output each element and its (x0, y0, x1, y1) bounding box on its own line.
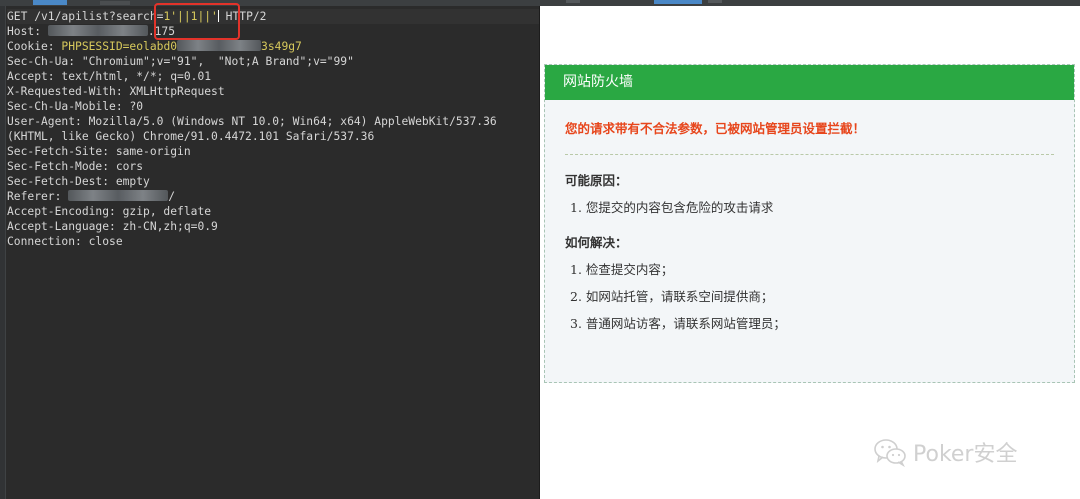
request-tab[interactable] (100, 1, 130, 5)
editor-gutter (0, 6, 6, 499)
header-key: Host: (7, 25, 48, 38)
payload-highlight-box (154, 3, 240, 40)
request-header-line: Accept-Language: zh-CN,zh;q=0.9 (7, 219, 539, 234)
header-value: same-origin (115, 145, 191, 158)
header-value-tail: 3s49g7 (261, 40, 302, 53)
header-key: Sec-Fetch-Mode: (7, 160, 116, 173)
header-key: Sec-Ch-Ua-Mobile: (7, 100, 130, 113)
solutions-list: 1. 检查提交内容； 2. 如网站托管，请联系空间提供商； 3. 普通网站访客，请联… (565, 261, 1054, 333)
header-value: zh-CN,zh;q=0.9 (122, 220, 218, 233)
response-render-pane: 网站防火墙 您的请求带有不合法参数，已被网站管理员设置拦截！ 可能原因： 1. … (540, 0, 1080, 499)
redacted-value (177, 40, 262, 51)
waf-block-message: 您的请求带有不合法参数，已被网站管理员设置拦截！ (565, 120, 1054, 155)
wechat-icon (874, 439, 906, 467)
request-header-line: Accept: text/html, */*; q=0.01 (7, 69, 539, 84)
solution-item: 3. 普通网站访客，请联系网站管理员； (570, 316, 786, 331)
header-key: Connection: (7, 235, 89, 248)
reasons-title: 可能原因： (565, 173, 628, 188)
request-header-line: Host: .175 (7, 24, 539, 39)
header-key: Accept-Encoding: (7, 205, 123, 218)
header-value: Mozilla/5.0 (Windows NT 10.0; Win64; x64… (88, 115, 497, 128)
solutions-title: 如何解决： (565, 235, 628, 250)
request-line-first: GET /v1/apilist?search=1'||1||' HTTP/2 (7, 9, 539, 24)
waf-body: 您的请求带有不合法参数，已被网站管理员设置拦截！ 可能原因： 1. 您提交的内容… (545, 120, 1074, 333)
header-key: Sec-Fetch-Dest: (7, 175, 116, 188)
request-header-line: Sec-Ch-Ua: "Chromium";v="91", "Not;A Bra… (7, 54, 539, 69)
header-key: Sec-Fetch-Site: (7, 145, 116, 158)
redacted-value (68, 190, 169, 201)
header-key: X-Requested-With: (7, 85, 130, 98)
response-tab[interactable] (708, 0, 722, 3)
request-header-line: Sec-Fetch-Dest: empty (7, 174, 539, 189)
response-tab-strip (540, 0, 1080, 6)
header-value: XMLHttpRequest (129, 85, 225, 98)
request-header-line: Sec-Ch-Ua-Mobile: ?0 (7, 99, 539, 114)
waf-block-panel: 网站防火墙 您的请求带有不合法参数，已被网站管理员设置拦截！ 可能原因： 1. … (544, 64, 1075, 383)
solution-item: 1. 检查提交内容； (570, 262, 674, 277)
header-key: Cookie: (7, 40, 62, 53)
header-key: Accept: (7, 70, 62, 83)
header-value: text/html, */*; q=0.01 (61, 70, 212, 83)
request-tab-active[interactable] (33, 0, 67, 5)
request-tab-strip (0, 0, 540, 6)
request-editor[interactable]: GET /v1/apilist?search=1'||1||' HTTP/2 Ho… (0, 0, 540, 499)
request-header-line: Connection: close (7, 234, 539, 249)
header-key: User-Agent: (7, 115, 89, 128)
request-header-line: X-Requested-With: XMLHttpRequest (7, 84, 539, 99)
header-value: "Chromium";v="91", "Not;A Brand";v="99" (81, 55, 354, 68)
header-value: close (88, 235, 123, 248)
request-header-line: Cookie: PHPSESSID=eolabd0 3s49g7 (7, 39, 539, 54)
header-key: Sec-Ch-Ua: (7, 55, 82, 68)
request-header-line: Sec-Fetch-Site: same-origin (7, 144, 539, 159)
request-header-line: (KHTML, like Gecko) Chrome/91.0.4472.101… (7, 129, 539, 144)
request-method-path: GET /v1/apilist?search= (7, 10, 164, 23)
reasons-list: 1. 您提交的内容包含危险的攻击请求 (565, 199, 1054, 217)
reason-item: 1. 您提交的内容包含危险的攻击请求 (570, 200, 774, 215)
header-key: Referer: (7, 190, 69, 203)
header-value: / (168, 190, 176, 203)
response-tab[interactable] (566, 0, 580, 3)
watermark: Poker安全 (873, 436, 1017, 468)
header-value: gzip, deflate (122, 205, 212, 218)
request-header-line: Accept-Encoding: gzip, deflate (7, 204, 539, 219)
request-text[interactable]: GET /v1/apilist?search=1'||1||' HTTP/2 Ho… (7, 9, 539, 249)
render-tab-active[interactable] (654, 0, 702, 4)
redacted-value (47, 25, 148, 36)
header-key: Accept-Language: (7, 220, 123, 233)
request-header-line: Referer: / (7, 189, 539, 204)
header-value: cors (115, 160, 144, 173)
header-value: empty (115, 175, 150, 188)
header-value: (KHTML, like Gecko) Chrome/91.0.4472.101… (7, 130, 375, 143)
watermark-text: Poker安全 (913, 442, 1018, 467)
waf-header-title: 网站防火墙 (545, 65, 1074, 100)
solution-item: 2. 如网站托管，请联系空间提供商； (570, 289, 774, 304)
request-header-line: Sec-Fetch-Mode: cors (7, 159, 539, 174)
header-value: ?0 (129, 100, 144, 113)
request-header-line: User-Agent: Mozilla/5.0 (Windows NT 10.0… (7, 114, 539, 129)
header-value: PHPSESSID=eolabd0 (61, 40, 178, 53)
